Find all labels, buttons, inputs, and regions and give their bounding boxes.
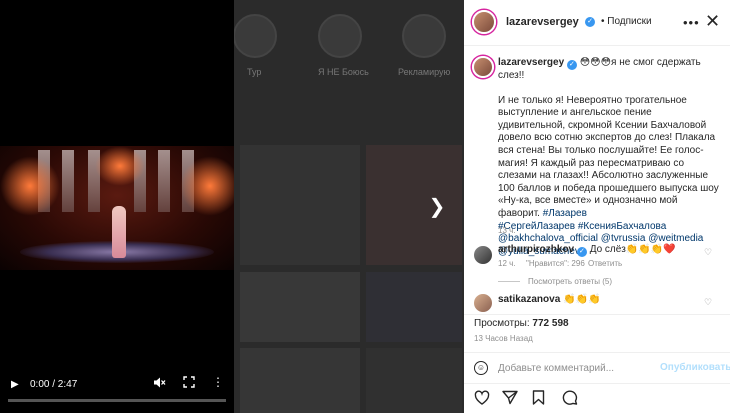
avatar[interactable] [472, 244, 494, 266]
verified-icon: ✓ [585, 17, 595, 27]
grid-post[interactable] [240, 272, 360, 342]
video-progress-bar[interactable] [8, 399, 226, 402]
post-header: lazarevsergey ✓ • Подписки ••• ✕ [464, 0, 730, 46]
emoji-icon[interactable]: ☺ [474, 361, 488, 375]
video-controls: ▶ 0:00 / 2:47 ⋮ [0, 370, 234, 400]
performer [112, 206, 126, 258]
caption-timestamp: 13 ч. [498, 226, 516, 235]
verified-icon: ✓ [566, 60, 577, 70]
like-comment-icon[interactable]: ♡ [704, 297, 712, 308]
avatar[interactable] [472, 292, 494, 314]
publish-button[interactable]: Опубликовать [660, 362, 730, 373]
mention-link[interactable]: @bakhchalova_official @tvrussia @weitmed… [498, 233, 703, 244]
story-highlight[interactable] [233, 14, 277, 58]
comment-input[interactable] [498, 360, 648, 376]
story-highlight[interactable] [318, 14, 362, 58]
verified-icon: ✓ [576, 247, 587, 257]
story-label: Я НЕ Боюсь [318, 67, 369, 77]
comment-text: 👏👏👏 [563, 294, 601, 305]
more-options-icon[interactable]: ••• [683, 15, 700, 30]
avatar[interactable] [472, 56, 494, 78]
caption-body: И не только я! Невероятно трогательное в… [498, 95, 720, 259]
reply-button[interactable]: Ответить [588, 259, 622, 268]
story-highlight[interactable] [402, 14, 446, 58]
hashtag-link[interactable]: #Лазарев [543, 208, 587, 219]
comment-text: До слёз👏👏👏❤️ [589, 244, 676, 255]
video-player[interactable]: ▶ 0:00 / 2:47 ⋮ [0, 0, 234, 413]
mute-icon[interactable] [153, 376, 166, 392]
post-age: 13 Часов Назад [474, 334, 533, 343]
grid-post[interactable] [240, 145, 360, 265]
caption-username[interactable]: lazarevsergey [498, 57, 564, 68]
view-replies-button[interactable]: Посмотреть ответы (5) [528, 277, 612, 286]
video-frame [0, 146, 234, 270]
video-more-icon[interactable]: ⋮ [212, 375, 224, 389]
like-comment-icon[interactable]: ♡ [704, 247, 712, 258]
post-modal: Тур Я НЕ Боюсь Рекламирую ▶ 0:00 / 2:47 [0, 0, 730, 413]
like-icon[interactable] [474, 390, 490, 410]
story-label: Рекламирую [398, 67, 451, 77]
comment-username[interactable]: satikazanova [498, 294, 560, 305]
divider [498, 281, 520, 282]
grid-post[interactable] [240, 348, 360, 413]
story-label: Тур [247, 67, 262, 77]
caption-text: И не только я! Невероятно трогательное в… [498, 94, 719, 219]
post-sidebar: lazarevsergey ✓ • Подписки ••• ✕ lazarev… [464, 0, 730, 413]
save-icon[interactable] [532, 390, 545, 410]
video-time: 0:00 / 2:47 [30, 379, 78, 390]
grid-post[interactable] [366, 272, 462, 342]
views-label: Просмотры: [474, 318, 530, 329]
comment-username[interactable]: arthurpirozhkov [498, 244, 574, 255]
grid-post[interactable] [366, 348, 462, 413]
comment-icon[interactable] [562, 390, 578, 410]
header-username[interactable]: lazarevsergey [506, 16, 579, 28]
avatar[interactable] [472, 10, 496, 34]
views-count: Просмотры: 772 598 [474, 318, 569, 329]
add-comment-bar: ☺ Опубликовать [464, 352, 730, 384]
close-icon[interactable]: ✕ [705, 11, 720, 32]
divider [464, 314, 730, 315]
comment-time: 12 ч. [498, 259, 516, 268]
share-icon[interactable] [502, 390, 518, 410]
views-number: 772 598 [532, 318, 569, 329]
comment-likes[interactable]: "Нравится": 296 [526, 259, 585, 268]
fullscreen-icon[interactable] [183, 376, 195, 391]
next-post-arrow-icon[interactable]: ❯ [426, 196, 448, 218]
post-caption: lazarevsergey ✓ 😳😳😳я не смог сдержать сл… [498, 57, 720, 258]
following-label: Подписки [607, 16, 652, 27]
play-icon[interactable]: ▶ [11, 379, 19, 390]
comment-item: arthurpirozhkov ✓ До слёз👏👏👏❤️ [498, 244, 676, 257]
following-button[interactable]: • Подписки [601, 16, 652, 27]
post-action-bar [464, 386, 730, 413]
comment-item: satikazanova 👏👏👏 [498, 294, 600, 305]
hashtag-link[interactable]: #СергейЛазарев #КсенияБахчалова [498, 221, 666, 232]
